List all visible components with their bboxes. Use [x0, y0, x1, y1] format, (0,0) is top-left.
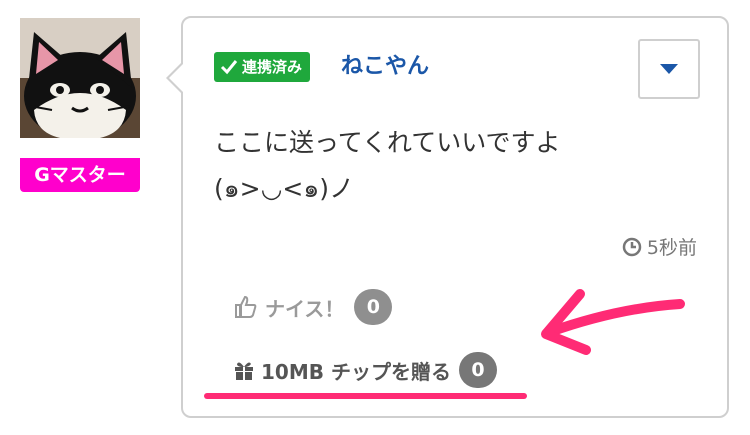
- username-link[interactable]: ねこやん: [341, 51, 429, 83]
- nice-label: ナイス！: [265, 296, 345, 321]
- linked-status-label: 連携済み: [242, 58, 303, 76]
- comment-timestamp: 5秒前: [622, 233, 697, 260]
- linked-status-badge: 連携済み: [214, 52, 311, 82]
- user-avatar-block[interactable]: Gマスター: [20, 18, 140, 192]
- nice-button[interactable]: ナイス！ 0: [233, 289, 393, 325]
- rank-badge: Gマスター: [20, 158, 140, 192]
- comment-message-line: ここに送ってくれていいですよ: [214, 128, 561, 157]
- annotation-underline: [204, 393, 527, 399]
- speech-bubble-tail-fill: [169, 64, 183, 92]
- avatar[interactable]: [20, 18, 140, 138]
- comment-message-line: (๑>◡<๑)ノ: [214, 174, 354, 203]
- annotation-arrow: [541, 289, 685, 355]
- comment-menu-button[interactable]: [638, 39, 700, 99]
- check-leaf-icon: [220, 60, 238, 75]
- caret-down-icon: [660, 64, 678, 74]
- timestamp-text: 5秒前: [646, 237, 697, 259]
- nice-count-badge: 0: [354, 289, 393, 325]
- comment-message: ここに送ってくれていいですよ (๑>◡<๑)ノ: [214, 120, 561, 212]
- gift-icon: [235, 362, 253, 380]
- thumbs-up-icon: [235, 295, 257, 318]
- send-tip-button[interactable]: 10MB チップを贈る 0: [233, 352, 497, 388]
- clock-icon: [622, 237, 642, 256]
- tip-label: 10MB チップを贈る: [261, 359, 451, 384]
- tip-count-badge: 0: [458, 352, 497, 388]
- cat-face-avatar-icon: [20, 18, 140, 138]
